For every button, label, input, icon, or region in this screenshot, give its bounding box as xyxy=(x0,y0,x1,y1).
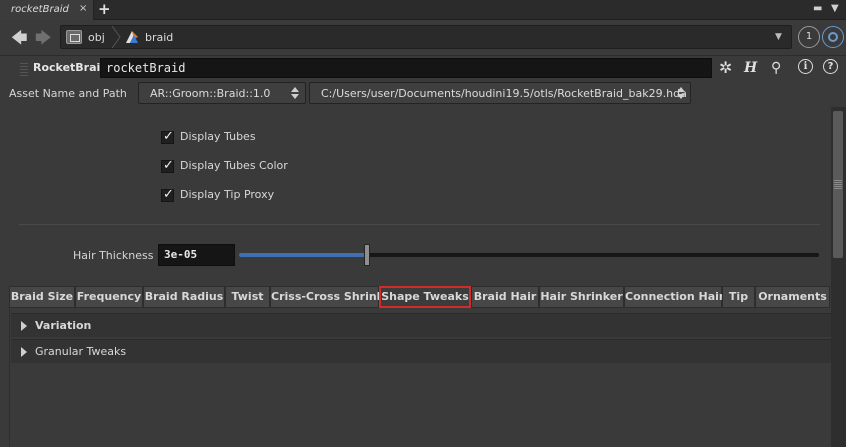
path-field[interactable]: obj braid ▼ xyxy=(60,25,792,49)
tab-tip[interactable]: Tip xyxy=(722,286,755,308)
updown-icon xyxy=(291,85,299,101)
display-tubes-checkbox[interactable]: ✓ xyxy=(161,129,174,144)
asset-name-select[interactable]: AR::Groom::Braid::1.0 xyxy=(138,82,306,104)
obj-network-icon xyxy=(66,30,82,44)
chevron-down-icon[interactable]: ▼ xyxy=(775,32,782,42)
pane-menu-icon[interactable]: ▼ xyxy=(831,3,839,14)
tab-connection-hair[interactable]: Connection Hair xyxy=(624,286,724,308)
checkmark-icon: ✓ xyxy=(163,158,174,173)
asset-path-value: C:/Users/user/Documents/houdini19.5/otls… xyxy=(321,87,687,100)
tab-frequency[interactable]: Frequency xyxy=(75,286,143,308)
node-name-value: rocketBraid xyxy=(106,61,186,75)
pane-tab-label: rocketBraid xyxy=(11,4,69,15)
braid-node-icon xyxy=(126,31,138,43)
section-granular-tweaks-label: Granular Tweaks xyxy=(35,345,127,358)
scrollbar-thumb[interactable] xyxy=(833,111,843,258)
tab-braid-hair[interactable]: Braid Hair xyxy=(471,286,539,308)
slider-handle[interactable] xyxy=(364,244,370,266)
tab-hair-shrinker[interactable]: Hair Shrinker xyxy=(539,286,624,308)
pin-counter-button[interactable]: 1 xyxy=(798,26,820,48)
section-variation-label: Variation xyxy=(35,319,92,332)
info-icon[interactable]: i xyxy=(798,59,813,74)
desktop-tab-bar: rocketBraid × + ▬ ▼ xyxy=(0,0,846,20)
expand-triangle-icon xyxy=(21,321,27,331)
path-separator-icon xyxy=(111,26,121,48)
tab-ornaments[interactable]: Ornaments xyxy=(755,286,830,308)
search-icon[interactable]: ⚲ xyxy=(771,60,781,76)
scrollbar[interactable] xyxy=(831,107,846,447)
display-tubes-label: Display Tubes xyxy=(180,130,256,143)
link-icon[interactable] xyxy=(822,26,844,48)
hair-thickness-label: Hair Thickness xyxy=(73,249,154,262)
asset-name-path-label: Asset Name and Path xyxy=(9,87,127,100)
expand-triangle-icon xyxy=(21,347,27,357)
tab-braid-radius[interactable]: Braid Radius xyxy=(143,286,225,308)
section-granular-tweaks[interactable]: Granular Tweaks xyxy=(11,339,831,363)
asset-name-value: AR::Groom::Braid::1.0 xyxy=(150,87,271,100)
forward-arrow-icon[interactable]: 🡆 xyxy=(35,27,52,54)
back-arrow-icon[interactable]: 🡄 xyxy=(11,27,28,54)
section-variation[interactable]: Variation xyxy=(11,313,831,337)
path-segment-obj[interactable]: obj xyxy=(88,31,105,44)
asset-path-select[interactable]: C:/Users/user/Documents/houdini19.5/otls… xyxy=(309,82,691,104)
checkmark-icon: ✓ xyxy=(163,129,174,144)
pin-counter-label: 1 xyxy=(805,31,813,42)
section-separator xyxy=(19,224,820,225)
path-segment-braid[interactable]: braid xyxy=(145,31,173,44)
add-tab-icon[interactable]: + xyxy=(98,0,111,18)
drag-grip-icon[interactable] xyxy=(20,62,28,76)
hair-thickness-slider[interactable] xyxy=(239,253,819,257)
slider-fill xyxy=(239,253,367,257)
tab-twist[interactable]: Twist xyxy=(225,286,270,308)
node-name-input[interactable]: rocketBraid xyxy=(100,58,712,78)
tab-braid-size[interactable]: Braid Size xyxy=(9,286,75,308)
checkmark-icon: ✓ xyxy=(163,187,174,202)
updown-icon xyxy=(677,85,685,101)
gear-icon[interactable]: ✲ xyxy=(719,58,732,77)
display-tip-proxy-checkbox[interactable]: ✓ xyxy=(161,187,174,202)
display-tip-proxy-label: Display Tip Proxy xyxy=(180,188,275,201)
network-path-bar: 🡄 🡆 obj braid ▼ 1 xyxy=(0,21,846,53)
node-name-bar: RocketBraid rocketBraid ✲ H ⚲ i ? xyxy=(0,56,846,82)
tab-criss-cross-shrink[interactable]: Criss-Cross Shrink xyxy=(270,286,384,308)
pane-tab-rocketbraid[interactable]: rocketBraid × xyxy=(0,0,94,20)
display-tubes-color-checkbox[interactable]: ✓ xyxy=(161,158,174,173)
hair-thickness-input[interactable]: 3e-05 xyxy=(158,244,235,266)
hair-thickness-value: 3e-05 xyxy=(164,248,198,261)
scroll-grip-icon xyxy=(834,179,842,189)
tab-shape-tweaks[interactable]: Shape Tweaks xyxy=(379,286,471,308)
close-tab-icon[interactable]: × xyxy=(79,3,87,14)
maximize-pane-icon[interactable]: ▬ xyxy=(813,3,822,14)
asset-bar: Asset Name and Path AR::Groom::Braid::1.… xyxy=(0,82,846,106)
node-type-label: RocketBraid xyxy=(33,61,109,74)
houdini-help-icon[interactable]: H xyxy=(744,60,757,76)
display-tubes-color-label: Display Tubes Color xyxy=(180,159,288,172)
help-icon[interactable]: ? xyxy=(823,59,838,74)
